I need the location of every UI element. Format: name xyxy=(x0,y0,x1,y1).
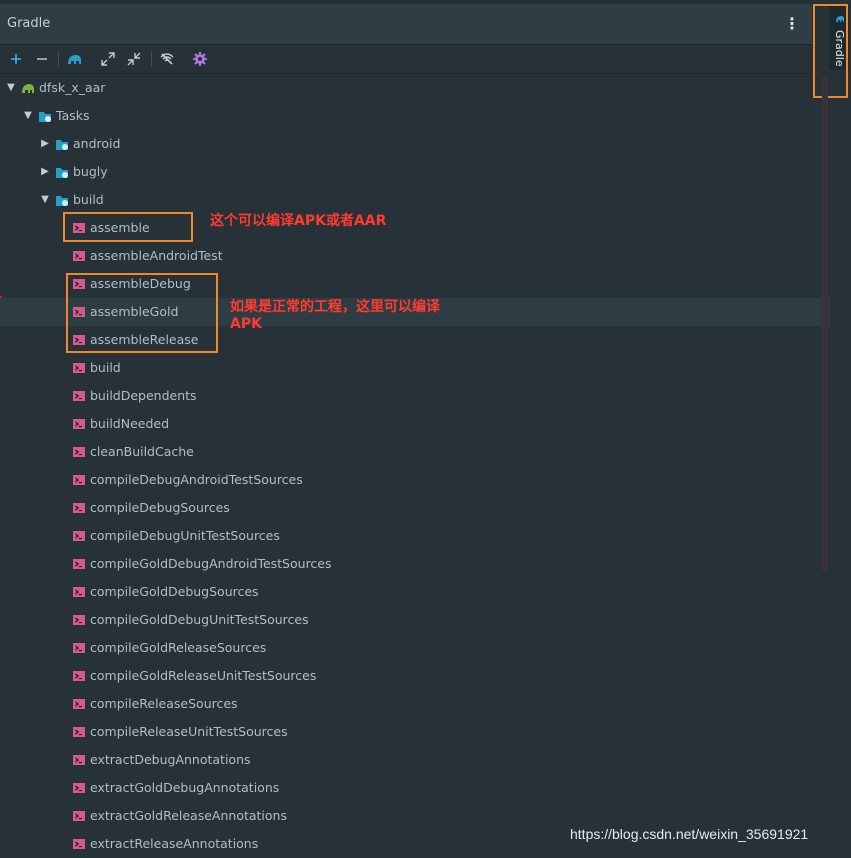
task-terminal-icon xyxy=(73,475,85,485)
task-terminal-icon xyxy=(73,671,85,681)
panel-header: Gradle ⋮ xyxy=(0,4,812,45)
task-terminal-icon xyxy=(73,531,85,541)
task-label: extractGoldDebugAnnotations xyxy=(90,780,280,795)
task-terminal-icon xyxy=(73,699,85,709)
group-label: build xyxy=(73,192,104,207)
task-row[interactable]: build xyxy=(0,354,830,382)
task-label: compileReleaseUnitTestSources xyxy=(90,724,288,739)
task-terminal-icon xyxy=(73,587,85,597)
task-label: buildNeeded xyxy=(90,416,170,431)
panel-title: Gradle xyxy=(7,16,51,31)
task-label: compileGoldReleaseSources xyxy=(90,640,267,655)
task-label: cleanBuildCache xyxy=(90,444,194,459)
task-label: extractDebugAnnotations xyxy=(90,752,251,767)
task-terminal-icon xyxy=(73,503,85,513)
task-label: compileDebugUnitTestSources xyxy=(90,528,280,543)
toggle-offline-icon[interactable] xyxy=(159,51,175,67)
group-label: android xyxy=(73,136,121,151)
tree-node-group-bugly[interactable]: ▶ bugly xyxy=(0,158,830,186)
vertical-scrollbar[interactable] xyxy=(822,76,828,572)
task-row[interactable]: extractDebugAnnotations xyxy=(0,746,830,774)
task-label: compileGoldDebugAndroidTestSources xyxy=(90,556,332,571)
annotation-note-2-line1: 如果是正常的工程，这里可以编译 xyxy=(230,299,440,315)
tree-node-project[interactable]: ▼ dfsk_x_aar xyxy=(0,74,830,102)
chevron-down-icon[interactable]: ▼ xyxy=(40,186,50,214)
toolbar-separator xyxy=(151,51,152,67)
task-label: compileGoldReleaseUnitTestSources xyxy=(90,668,317,683)
folder-gear-icon xyxy=(56,140,68,150)
gradle-toolbar xyxy=(0,45,812,74)
task-terminal-icon xyxy=(73,419,85,429)
task-row[interactable]: compileDebugAndroidTestSources xyxy=(0,466,830,494)
chevron-right-icon[interactable]: ▶ xyxy=(40,158,50,186)
task-label: buildDependents xyxy=(90,388,197,403)
task-label: compileGoldDebugUnitTestSources xyxy=(90,612,309,627)
expand-all-icon[interactable] xyxy=(100,51,116,67)
task-row[interactable]: buildDependents xyxy=(0,382,830,410)
task-row[interactable]: compileGoldReleaseSources xyxy=(0,634,830,662)
task-label: compileGoldDebugSources xyxy=(90,584,259,599)
more-options-icon[interactable]: ⋮ xyxy=(784,14,800,34)
gear-icon[interactable] xyxy=(192,51,208,67)
task-terminal-icon xyxy=(73,447,85,457)
task-row[interactable]: extractGoldDebugAnnotations xyxy=(0,774,830,802)
task-label: compileDebugAndroidTestSources xyxy=(90,472,303,487)
task-row[interactable]: assembleAndroidTest xyxy=(0,242,830,270)
task-terminal-icon xyxy=(73,251,85,261)
watermark-text: https://blog.csdn.net/weixin_35691921 xyxy=(570,826,809,842)
task-row[interactable]: cleanBuildCache xyxy=(0,438,830,466)
folder-gear-icon xyxy=(39,112,51,122)
task-terminal-icon xyxy=(73,811,85,821)
gradle-elephant-icon xyxy=(22,84,34,93)
collapse-all-icon[interactable] xyxy=(126,51,142,67)
project-label: dfsk_x_aar xyxy=(39,80,106,95)
task-terminal-icon xyxy=(73,755,85,765)
task-row[interactable]: compileReleaseUnitTestSources xyxy=(0,718,830,746)
folder-gear-icon xyxy=(56,168,68,178)
annotation-box-variants xyxy=(66,273,218,353)
task-terminal-icon xyxy=(73,363,85,373)
elephant-icon[interactable] xyxy=(66,51,82,67)
remove-icon[interactable] xyxy=(34,51,50,67)
annotation-box-assemble xyxy=(63,212,193,242)
task-terminal-icon xyxy=(73,783,85,793)
task-row[interactable]: buildNeeded xyxy=(0,410,830,438)
annotation-note-2-line2: APK xyxy=(230,316,262,332)
task-row[interactable]: compileGoldDebugAndroidTestSources xyxy=(0,550,830,578)
chevron-right-icon[interactable]: ▶ xyxy=(40,130,50,158)
annotation-note-1: 这个可以编译APK或者AAR xyxy=(210,213,387,229)
task-terminal-icon xyxy=(73,727,85,737)
task-terminal-icon xyxy=(73,391,85,401)
task-label: build xyxy=(90,360,121,375)
task-row[interactable]: compileGoldReleaseUnitTestSources xyxy=(0,662,830,690)
add-icon[interactable] xyxy=(8,51,24,67)
task-label: extractReleaseAnnotations xyxy=(90,836,259,851)
toolbar-separator xyxy=(58,51,59,67)
task-terminal-icon xyxy=(73,615,85,625)
folder-gear-icon xyxy=(56,196,68,206)
chevron-down-icon[interactable]: ▼ xyxy=(6,74,16,102)
group-label: bugly xyxy=(73,164,108,179)
tree-node-group-android[interactable]: ▶ android xyxy=(0,130,830,158)
task-row[interactable]: compileDebugUnitTestSources xyxy=(0,522,830,550)
tree-node-group-build[interactable]: ▼ build xyxy=(0,186,830,214)
task-label: compileDebugSources xyxy=(90,500,230,515)
chevron-down-icon[interactable]: ▼ xyxy=(23,102,33,130)
task-label: assembleAndroidTest xyxy=(90,248,223,263)
task-label: compileReleaseSources xyxy=(90,696,238,711)
task-terminal-icon xyxy=(73,643,85,653)
task-row[interactable]: compileDebugSources xyxy=(0,494,830,522)
tree-node-tasks[interactable]: ▼ Tasks xyxy=(0,102,830,130)
task-label: extractGoldReleaseAnnotations xyxy=(90,808,287,823)
task-terminal-icon xyxy=(73,559,85,569)
task-row[interactable]: compileReleaseSources xyxy=(0,690,830,718)
task-terminal-icon xyxy=(73,839,85,849)
task-row[interactable]: compileGoldDebugUnitTestSources xyxy=(0,606,830,634)
tasks-label: Tasks xyxy=(56,108,90,123)
task-row[interactable]: compileGoldDebugSources xyxy=(0,578,830,606)
